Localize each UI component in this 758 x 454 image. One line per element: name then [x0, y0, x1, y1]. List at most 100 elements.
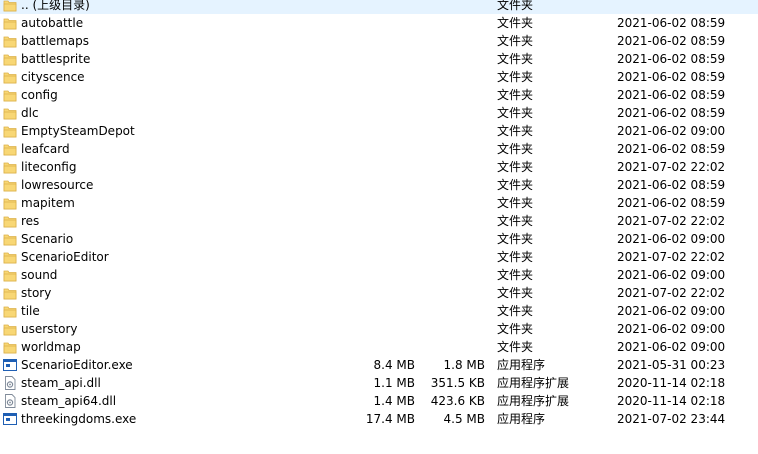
file-type: 文件夹 — [497, 124, 534, 138]
folder-icon — [3, 52, 17, 66]
file-name: worldmap — [21, 340, 81, 354]
file-name: ScenarioEditor.exe — [21, 358, 133, 372]
file-name: threekingdoms.exe — [21, 412, 137, 426]
file-row[interactable]: tile 文件夹 2021-06-02 09:00 — [0, 302, 758, 320]
file-row[interactable]: story 文件夹 2021-07-02 22:02 — [0, 284, 758, 302]
file-packed-size: 351.5 KB — [430, 376, 485, 390]
file-type: 应用程序 — [497, 358, 546, 372]
file-row[interactable]: autobattle 文件夹 2021-06-02 08:59 — [0, 14, 758, 32]
dll-icon — [3, 394, 17, 408]
file-modified: 2021-07-02 22:02 — [617, 250, 726, 264]
file-name: lowresource — [21, 178, 94, 192]
folder-icon — [3, 178, 17, 192]
file-name: battlemaps — [21, 34, 90, 48]
file-row[interactable]: userstory 文件夹 2021-06-02 09:00 — [0, 320, 758, 338]
file-row[interactable]: mapitem 文件夹 2021-06-02 08:59 — [0, 194, 758, 212]
file-type: 文件夹 — [497, 0, 534, 12]
file-name: .. (上级目录) — [21, 0, 90, 12]
folder-icon — [3, 322, 17, 336]
file-row[interactable]: config 文件夹 2021-06-02 08:59 — [0, 86, 758, 104]
folder-icon — [3, 286, 17, 300]
folder-icon — [3, 106, 17, 120]
file-modified: 2021-06-02 09:00 — [617, 124, 726, 138]
file-row[interactable]: ScenarioEditor.exe 8.4 MB 1.8 MB 应用程序 2021-0… — [0, 356, 758, 374]
exe-icon — [3, 412, 17, 426]
file-name: tile — [21, 304, 40, 318]
file-name: Scenario — [21, 232, 74, 246]
file-name: steam_api64.dll — [21, 394, 117, 408]
file-name: battlesprite — [21, 52, 91, 66]
file-type: 文件夹 — [497, 142, 534, 156]
file-row[interactable]: threekingdoms.exe 17.4 MB 4.5 MB 应用程序 2021-0… — [0, 410, 758, 428]
folder-icon — [3, 34, 17, 48]
dll-icon — [3, 376, 17, 390]
file-type: 文件夹 — [497, 268, 534, 282]
file-modified: 2021-06-02 09:00 — [617, 304, 726, 318]
file-row[interactable]: battlesprite 文件夹 2021-06-02 08:59 — [0, 50, 758, 68]
file-modified: 2021-07-02 22:02 — [617, 160, 726, 174]
file-row[interactable]: .. (上级目录) 文件夹 — [0, 0, 758, 14]
file-name: sound — [21, 268, 58, 282]
file-row[interactable]: EmptySteamDepot 文件夹 2021-06-02 09:00 — [0, 122, 758, 140]
file-type: 文件夹 — [497, 232, 534, 246]
file-list: .. (上级目录) 文件夹 autobattle 文件夹 2021-06-02 08:5… — [0, 0, 758, 428]
file-row[interactable]: steam_api64.dll 1.4 MB 423.6 KB 应用程序扩展 2020-… — [0, 392, 758, 410]
file-type: 文件夹 — [497, 178, 534, 192]
file-type: 文件夹 — [497, 286, 534, 300]
file-modified: 2021-06-02 08:59 — [617, 16, 726, 30]
file-row[interactable]: ScenarioEditor 文件夹 2021-07-02 22:02 — [0, 248, 758, 266]
file-packed-size: 4.5 MB — [443, 412, 485, 426]
file-type: 文件夹 — [497, 250, 534, 264]
file-row[interactable]: sound 文件夹 2021-06-02 09:00 — [0, 266, 758, 284]
folder-icon — [3, 268, 17, 282]
file-modified: 2021-06-02 08:59 — [617, 70, 726, 84]
file-row[interactable]: battlemaps 文件夹 2021-06-02 08:59 — [0, 32, 758, 50]
file-row[interactable]: worldmap 文件夹 2021-06-02 09:00 — [0, 338, 758, 356]
file-type: 应用程序扩展 — [497, 394, 570, 408]
folder-icon — [3, 0, 17, 12]
folder-icon — [3, 142, 17, 156]
file-row[interactable]: liteconfig 文件夹 2021-07-02 22:02 — [0, 158, 758, 176]
file-modified: 2021-06-02 09:00 — [617, 232, 726, 246]
folder-icon — [3, 196, 17, 210]
file-name: mapitem — [21, 196, 75, 210]
folder-icon — [3, 70, 17, 84]
file-name: res — [21, 214, 40, 228]
file-modified: 2021-06-02 08:59 — [617, 34, 726, 48]
file-size: 1.1 MB — [373, 376, 415, 390]
folder-icon — [3, 214, 17, 228]
file-row[interactable]: dlc 文件夹 2021-06-02 08:59 — [0, 104, 758, 122]
file-type: 文件夹 — [497, 16, 534, 30]
file-type: 文件夹 — [497, 160, 534, 174]
file-modified: 2020-11-14 02:18 — [617, 394, 726, 408]
file-modified: 2021-06-02 08:59 — [617, 142, 726, 156]
file-name: autobattle — [21, 16, 84, 30]
file-name: userstory — [21, 322, 78, 336]
file-row[interactable]: lowresource 文件夹 2021-06-02 08:59 — [0, 176, 758, 194]
file-packed-size: 1.8 MB — [443, 358, 485, 372]
file-modified: 2021-06-02 09:00 — [617, 340, 726, 354]
folder-icon — [3, 250, 17, 264]
file-type: 文件夹 — [497, 88, 534, 102]
file-name: steam_api.dll — [21, 376, 101, 390]
file-row[interactable]: Scenario 文件夹 2021-06-02 09:00 — [0, 230, 758, 248]
file-type: 文件夹 — [497, 340, 534, 354]
file-row[interactable]: steam_api.dll 1.1 MB 351.5 KB 应用程序扩展 2020-11… — [0, 374, 758, 392]
file-row[interactable]: cityscence 文件夹 2021-06-02 08:59 — [0, 68, 758, 86]
file-size: 1.4 MB — [373, 394, 415, 408]
file-type: 文件夹 — [497, 196, 534, 210]
file-type: 文件夹 — [497, 106, 534, 120]
file-row[interactable]: leafcard 文件夹 2021-06-02 08:59 — [0, 140, 758, 158]
folder-icon — [3, 124, 17, 138]
file-name: story — [21, 286, 52, 300]
folder-icon — [3, 160, 17, 174]
file-type: 文件夹 — [497, 34, 534, 48]
file-type: 文件夹 — [497, 214, 534, 228]
file-packed-size: 423.6 KB — [430, 394, 485, 408]
file-name: leafcard — [21, 142, 70, 156]
file-row[interactable]: res 文件夹 2021-07-02 22:02 — [0, 212, 758, 230]
file-modified: 2021-06-02 08:59 — [617, 178, 726, 192]
file-modified: 2021-06-02 08:59 — [617, 196, 726, 210]
file-modified: 2020-11-14 02:18 — [617, 376, 726, 390]
file-type: 文件夹 — [497, 52, 534, 66]
